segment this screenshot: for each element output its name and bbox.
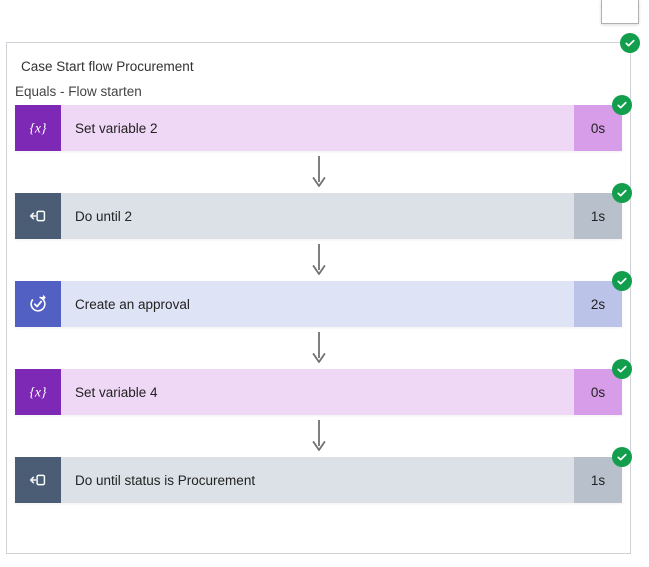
arrow-down-icon — [15, 415, 622, 457]
step-do-until-2[interactable]: Do until 2 1s — [15, 193, 622, 239]
variable-icon: {x} — [15, 369, 61, 415]
arrow-down-icon — [15, 151, 622, 193]
case-branch-card[interactable]: Case Start flow Procurement Equals - Flo… — [6, 42, 631, 554]
loop-arrow-icon — [15, 457, 61, 503]
step-label: Do until status is Procurement — [61, 457, 574, 503]
svg-text:{x}: {x} — [29, 385, 47, 400]
arrow-down-icon — [15, 239, 622, 281]
step-set-variable-2[interactable]: {x} Set variable 2 0s — [15, 105, 622, 151]
success-check-icon — [612, 271, 632, 291]
steps-container: {x} Set variable 2 0s Do until 2 — [7, 105, 630, 503]
arrow-down-icon — [15, 327, 622, 369]
step-label: Set variable 4 — [61, 369, 574, 415]
success-check-icon — [612, 359, 632, 379]
success-check-icon — [612, 95, 632, 115]
success-check-icon — [612, 447, 632, 467]
svg-text:{x}: {x} — [29, 121, 47, 136]
approval-check-icon — [15, 281, 61, 327]
success-check-icon — [620, 33, 640, 53]
case-subtitle: Equals - Flow starten — [7, 84, 630, 105]
cropped-panel-fragment — [601, 0, 639, 24]
step-label: Create an approval — [61, 281, 574, 327]
step-create-an-approval[interactable]: Create an approval 2s — [15, 281, 622, 327]
variable-icon: {x} — [15, 105, 61, 151]
success-check-icon — [612, 183, 632, 203]
step-do-until-status-is-procurement[interactable]: Do until status is Procurement 1s — [15, 457, 622, 503]
case-title: Case Start flow Procurement — [7, 43, 630, 84]
step-status-badge — [612, 447, 632, 467]
case-status-badge — [620, 33, 640, 53]
step-set-variable-4[interactable]: {x} Set variable 4 0s — [15, 369, 622, 415]
step-status-badge — [612, 183, 632, 203]
step-status-badge — [612, 95, 632, 115]
step-label: Set variable 2 — [61, 105, 574, 151]
loop-arrow-icon — [15, 193, 61, 239]
step-status-badge — [612, 359, 632, 379]
step-status-badge — [612, 271, 632, 291]
step-label: Do until 2 — [61, 193, 574, 239]
